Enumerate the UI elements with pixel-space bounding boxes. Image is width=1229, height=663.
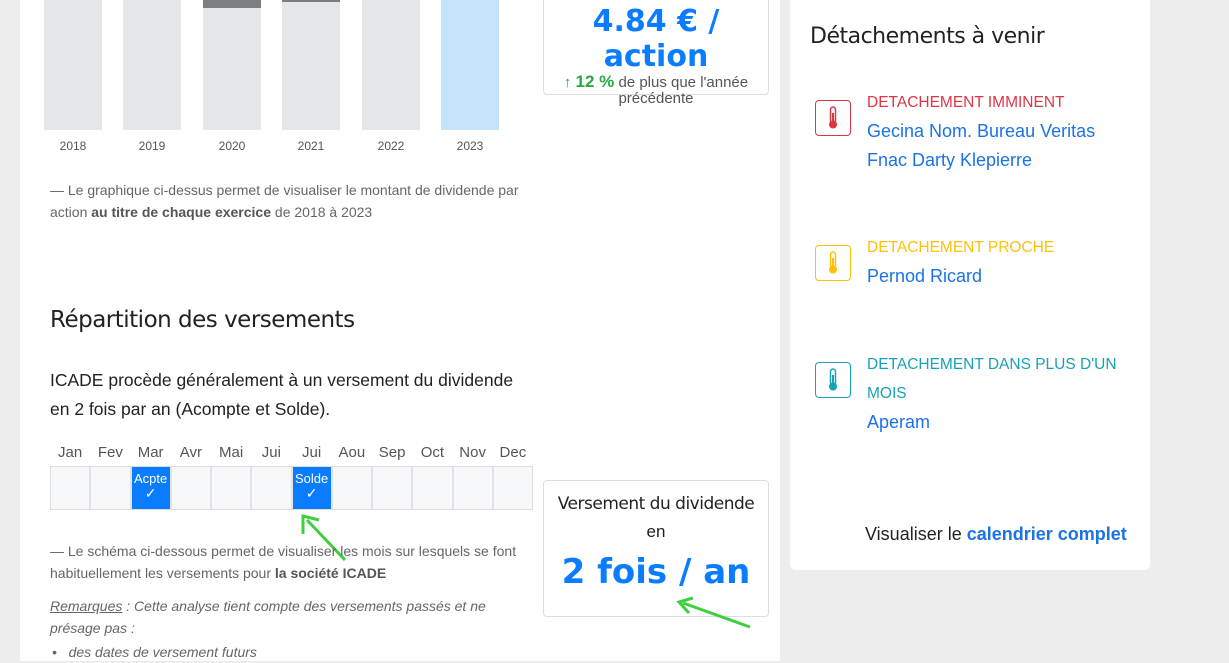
month-cell: Solde ✓: [292, 467, 333, 509]
month-label: Fev: [97, 444, 123, 461]
month-cell: [494, 467, 532, 509]
company-link[interactable]: Fnac Darty Klepierre: [867, 146, 1147, 175]
panel-title: Détachements à venir: [810, 24, 1045, 49]
payment-label: Acpte: [134, 471, 168, 486]
month-label: Nov: [459, 444, 486, 461]
month-cell: Acpte ✓: [131, 467, 172, 509]
main-content: 2018 2019 2020 2021 2022 2023 — Le graphique …: [20, 0, 780, 661]
bar-2019[interactable]: [123, 0, 181, 130]
x-tick-label: 2020: [218, 139, 246, 153]
bar-2018[interactable]: [44, 0, 102, 130]
month-cell: [91, 467, 132, 509]
calendar-footer: Visualiser le calendrier complet: [865, 524, 1127, 544]
check-icon: ✓: [305, 485, 318, 501]
x-tick-label: 2022: [377, 139, 405, 153]
month-label: Jui: [302, 444, 322, 461]
month-label: Jui: [261, 444, 281, 461]
change-text: de plus que l'année précédente: [614, 74, 749, 107]
bar-segment: [203, 0, 261, 8]
x-tick-label: 2023: [456, 139, 484, 153]
thermometer-icon: [815, 245, 851, 281]
payment-label: Solde: [295, 471, 329, 486]
section-title: Répartition des versements: [50, 307, 355, 333]
month-label: Aou: [338, 444, 366, 461]
detachement-category: DETACHEMENT PROCHE: [867, 239, 1055, 256]
month-labels: Jan Fev Mar Avr Mai Jui Jui Aou Sep Oct Nov Dec: [50, 444, 533, 461]
frequency-value: 2 fois / an: [561, 552, 751, 592]
month-label: Sep: [378, 444, 406, 461]
remarks-item: • des dates de versement futurs: [52, 644, 257, 660]
month-cell: [333, 467, 373, 509]
annotation-arrow: [676, 596, 751, 629]
intro-text: ICADE procède généralement à un versemen…: [50, 370, 514, 419]
month-cell: [373, 467, 414, 509]
month-label: Mar: [137, 444, 164, 461]
bar-2023[interactable]: [441, 0, 499, 130]
detachement-category: DETACHEMENT DANS PLUS D'UN MOIS: [867, 356, 1117, 402]
check-icon: ✓: [144, 485, 157, 501]
thermometer-icon: [815, 362, 851, 398]
month-cell: [252, 467, 293, 509]
detachements-panel: Détachements à venir DETACHEMENT IMMINEN…: [790, 0, 1150, 570]
payment-month-grid: Acpte ✓ Solde ✓: [50, 466, 533, 510]
full-calendar-link[interactable]: calendrier complet: [967, 524, 1127, 544]
month-cell: [413, 467, 454, 509]
x-tick-label: 2021: [297, 139, 325, 153]
chart-caption: — Le graphique ci-dessus permet de visua…: [50, 182, 519, 220]
month-label: Mai: [219, 444, 244, 461]
remarks: Remarques : Cette analyse tient compte d…: [50, 598, 486, 636]
bar-segment: [282, 0, 340, 2]
month-label: Oct: [420, 444, 445, 461]
dividend-amount: 4.84 € / action: [592, 4, 720, 74]
company-link[interactable]: Pernod Ricard: [867, 262, 1147, 291]
thermometer-icon: [815, 100, 851, 136]
frequency-label: Versement du dividende: [557, 494, 755, 514]
month-cell: [212, 467, 253, 509]
month-cell: [51, 467, 92, 509]
company-link[interactable]: Aperam: [867, 408, 1147, 437]
bar-2020[interactable]: [203, 0, 261, 130]
x-tick-label: 2018: [59, 139, 87, 153]
month-label: Jan: [58, 444, 83, 461]
change-percent: 12 %: [575, 72, 615, 91]
frequency-label-2: en: [646, 522, 666, 541]
month-label: Dec: [499, 444, 527, 461]
month-cell: [172, 467, 212, 509]
schema-caption: — Le schéma ci-dessous permet de visuali…: [50, 543, 517, 581]
bar-2022[interactable]: [362, 0, 420, 130]
dividend-summary-card: 4.84 € / action ↑ 12 % de plus que l'ann…: [543, 0, 769, 107]
x-tick-label: 2019: [138, 139, 166, 153]
detachement-category: DETACHEMENT IMMINENT: [867, 94, 1065, 111]
arrow-up-icon: ↑: [563, 74, 572, 91]
bar-2021[interactable]: [282, 0, 340, 130]
month-cell: [454, 467, 494, 509]
month-label: Avr: [179, 444, 202, 461]
company-link[interactable]: Gecina Nom. Bureau Veritas: [867, 117, 1147, 146]
